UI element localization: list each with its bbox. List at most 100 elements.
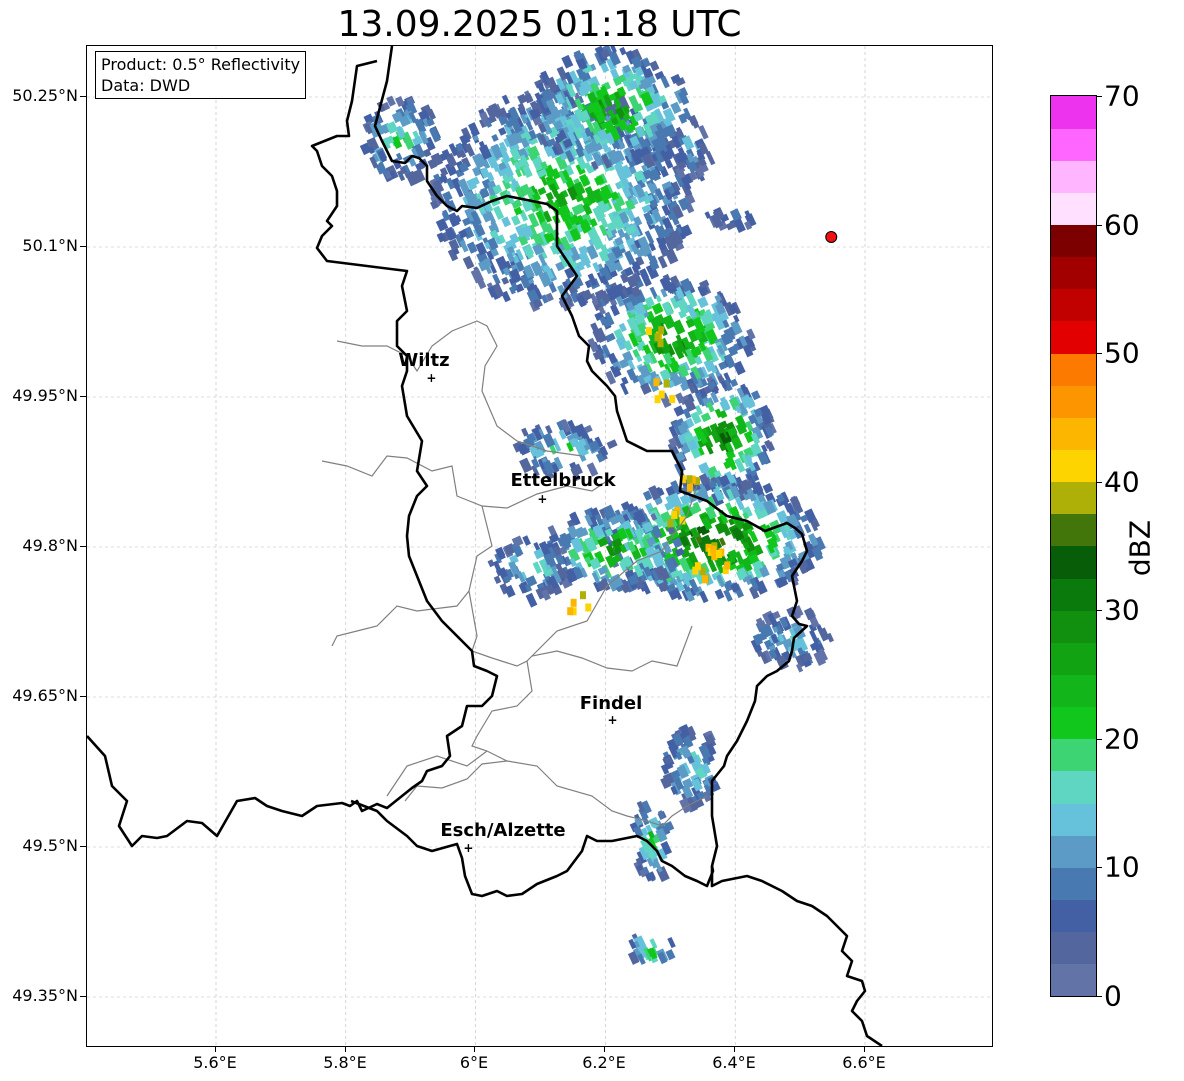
colorbar-tick-mark [1096,353,1102,355]
colorbar-segment [1051,642,1096,676]
lat-tick-mark [80,396,86,397]
echo-cell [525,592,538,608]
echo-cell [809,629,819,644]
city-label-esch-alzette: Esch/Alzette [440,820,566,841]
info-box: Product: 0.5° Reflectivity Data: DWD [95,51,307,99]
echo-cell [492,273,501,285]
colorbar-segment [1051,449,1096,483]
echo-cell [692,566,699,575]
lat-tick-label: 50.1°N [22,236,78,255]
echo-cell [698,125,709,140]
colorbar-segment [1051,288,1096,322]
colorbar-tick-mark [1096,610,1102,612]
echo-cell [466,241,478,254]
echo-cell [672,319,686,335]
colorbar-segment [1051,481,1096,515]
echo-cell [580,591,586,600]
echo-cell [705,150,716,166]
echo-cell [654,395,661,404]
lon-tick-mark [604,1046,605,1052]
colorbar-tick-label: 60 [1104,208,1140,242]
echo-cell [493,205,505,220]
lat-tick-mark [80,246,86,247]
colorbar-tick-label: 30 [1104,593,1140,627]
lon-tick-label: 6.2°E [582,1053,626,1072]
echo-cell [561,54,574,69]
echo-cell [620,382,629,396]
colorbar-segment [1051,706,1096,740]
lon-tick-mark [734,1046,735,1052]
colorbar-tick-label: 20 [1104,722,1140,756]
echo-cell [628,94,640,110]
echo-cell [697,296,709,309]
echo-cell [660,75,670,89]
echo-cell [537,186,547,196]
echo-cell [545,424,553,435]
radar-map[interactable]: + + + + [86,45,993,1047]
echo-cell [724,561,731,570]
lon-tick-mark [474,1046,475,1052]
data-source-text: Data: DWD [101,76,191,95]
colorbar-tick-label: 0 [1104,979,1122,1013]
colorbar-segment [1051,385,1096,418]
colorbar-segment [1051,96,1096,129]
colorbar-segment [1051,738,1096,772]
lon-tick-label: 6.6°E [842,1053,886,1072]
colorbar-tick-label: 50 [1104,336,1140,370]
echo-cell [663,379,670,388]
echo-cell [699,590,709,604]
lat-tick-mark [80,96,86,97]
echo-cell [585,603,592,612]
colorbar-segment [1051,321,1096,354]
colorbar-segment [1051,899,1096,933]
echo-cell [491,134,499,142]
echo-cell [610,304,620,317]
echo-cell [522,535,531,546]
city-label-findel: Findel [579,693,643,714]
product-text: Product: 0.5° Reflectivity [101,55,301,74]
colorbar-tick-mark [1096,738,1102,740]
city-marker: + [608,713,618,727]
echo-cell [657,255,668,269]
colorbar [1050,95,1097,997]
echo-cell [619,46,627,56]
echo-cell [716,550,722,558]
colorbar-segment [1051,803,1096,836]
colorbar-tick-mark [1096,96,1102,97]
canton-boundary [331,590,470,647]
colorbar-segment [1051,256,1096,290]
lat-tick-label: 49.65°N [12,686,78,705]
colorbar-segment [1051,931,1096,965]
lat-tick-label: 49.8°N [22,536,78,555]
echo-cell [645,327,652,336]
echo-cell [493,575,502,585]
echo-cell [604,332,616,343]
colorbar-segment [1051,353,1096,386]
echo-cell [510,214,521,226]
echo-cell [673,405,685,417]
city-marker: + [426,371,436,385]
echo-cell [702,575,708,584]
echo-cell [667,519,674,528]
lon-tick-label: 6°E [459,1053,489,1072]
lon-tick-label: 5.6°E [193,1053,237,1072]
city-marker: + [463,841,473,855]
echo-cell [658,326,665,335]
echo-cell [671,510,678,519]
echo-cell [606,439,618,450]
echo-cell [545,191,554,201]
colorbar-tick-label: 70 [1104,79,1140,113]
colorbar-label: dBZ [1123,519,1157,577]
colorbar-tick-label: 10 [1104,850,1140,884]
map-canvas: + + + + [87,46,992,1046]
colorbar-segment [1051,128,1096,161]
radar-site-marker [825,231,838,243]
echo-cell [669,395,676,404]
colorbar-segment [1051,192,1096,226]
lat-tick-label: 49.95°N [12,386,78,405]
echo-cell [501,216,512,228]
lat-tick-mark [80,696,86,697]
echo-cell [501,94,510,105]
echo-cell [762,482,774,494]
echo-cell [657,359,665,368]
